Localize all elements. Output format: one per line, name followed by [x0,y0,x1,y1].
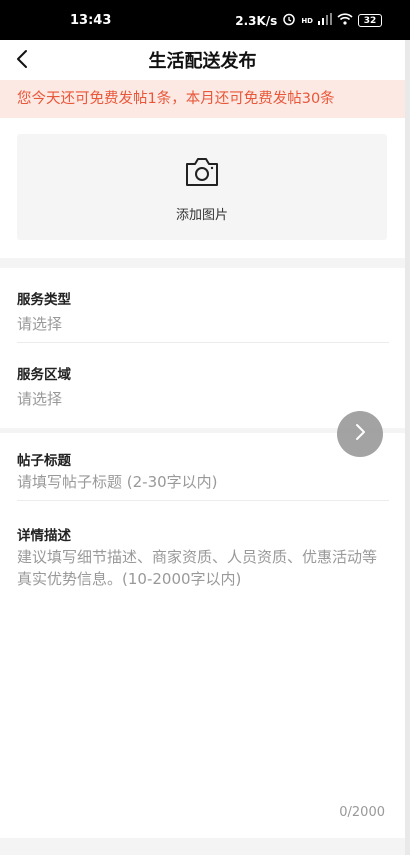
add-photo-label: 添加图片 [175,208,228,223]
alarm-icon [282,12,296,29]
description-char-counter: 0/2000 [339,805,385,820]
signal-icon [318,13,332,28]
battery-icon: 32 [358,14,382,27]
post-content-group: 帖子标题 请填写帖子标题 (2-30字以内) 详情描述 建议填写细节描述、商家资… [0,433,405,838]
divider [17,342,389,343]
status-icons: 2.3K/s HD 32 [235,12,382,29]
floating-next-button[interactable] [337,411,383,457]
network-type-label: HD [301,16,313,25]
screen-edge [405,40,410,855]
camera-icon [184,156,220,188]
service-area-select[interactable]: 请选择 [17,388,62,409]
service-type-label: 服务类型 [17,292,71,308]
post-title-label: 帖子标题 [17,453,71,469]
post-title-input[interactable]: 请填写帖子标题 (2-30字以内) [17,471,218,492]
status-bar: 13:43 2.3K/s HD 32 [0,0,410,40]
status-time: 13:43 [70,13,112,28]
bottom-strip [0,838,405,855]
page-title: 生活配送发布 [148,51,257,72]
free-post-notice: 您今天还可免费发帖1条，本月还可免费发帖30条 [0,80,405,118]
description-label: 详情描述 [17,528,71,544]
service-type-select[interactable]: 请选择 [17,313,62,334]
service-form-group: 服务类型 请选择 服务区域 请选择 [0,268,405,428]
wifi-icon [337,13,353,28]
photo-section: 添加图片 [0,118,405,258]
divider [17,500,389,501]
add-photo-button[interactable]: 添加图片 [17,134,387,240]
net-speed: 2.3K/s [235,13,278,28]
service-area-label: 服务区域 [17,367,71,383]
nav-bar: 生活配送发布 [0,40,405,80]
chevron-right-icon [351,421,369,447]
description-textarea[interactable]: 建议填写细节描述、商家资质、人员资质、优惠活动等真实优势信息。(10-2000字… [17,546,389,590]
